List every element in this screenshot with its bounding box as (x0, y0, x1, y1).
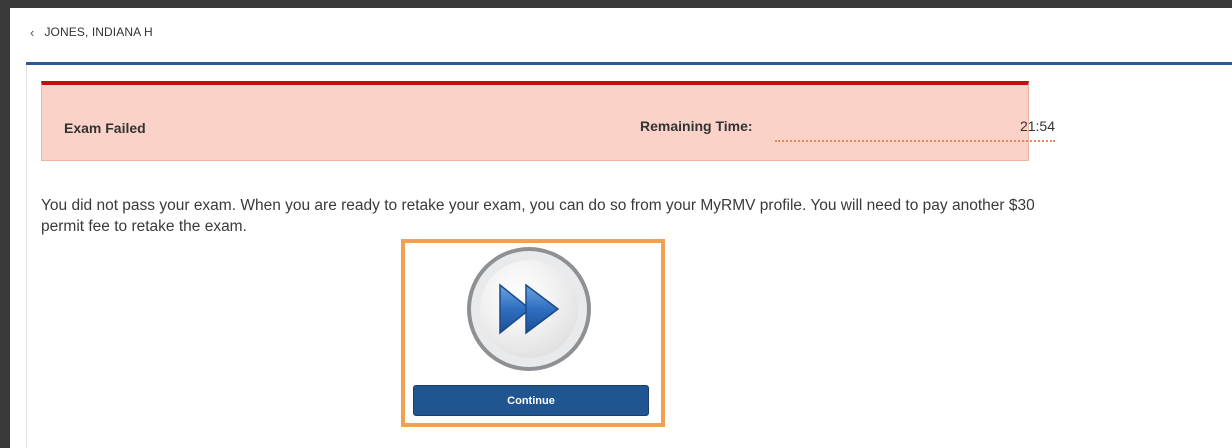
chevron-left-icon: ‹ (30, 24, 35, 40)
remaining-time-label: Remaining Time: (640, 118, 753, 134)
continue-button[interactable]: Continue (413, 385, 649, 416)
top-bar: ‹ JONES, INDIANA H (10, 8, 1232, 62)
back-link[interactable]: ‹ JONES, INDIANA H (30, 22, 153, 42)
fast-forward-icon (499, 283, 560, 335)
student-name: JONES, INDIANA H (44, 25, 153, 39)
exam-status-banner: Exam Failed Remaining Time: 21:54 (41, 81, 1055, 161)
app-window: ‹ JONES, INDIANA H Exam Failed Remaining… (10, 8, 1232, 448)
exam-status-label: Exam Failed (64, 120, 146, 136)
continue-play-button[interactable] (467, 247, 591, 371)
play-button-ring (471, 251, 587, 367)
main-content: Exam Failed Remaining Time: 21:54 You di… (26, 65, 1232, 448)
exam-result-message: You did not pass your exam. When you are… (41, 197, 1035, 235)
remaining-time-value: 21:54 (775, 118, 1055, 142)
play-button-face (480, 260, 578, 358)
